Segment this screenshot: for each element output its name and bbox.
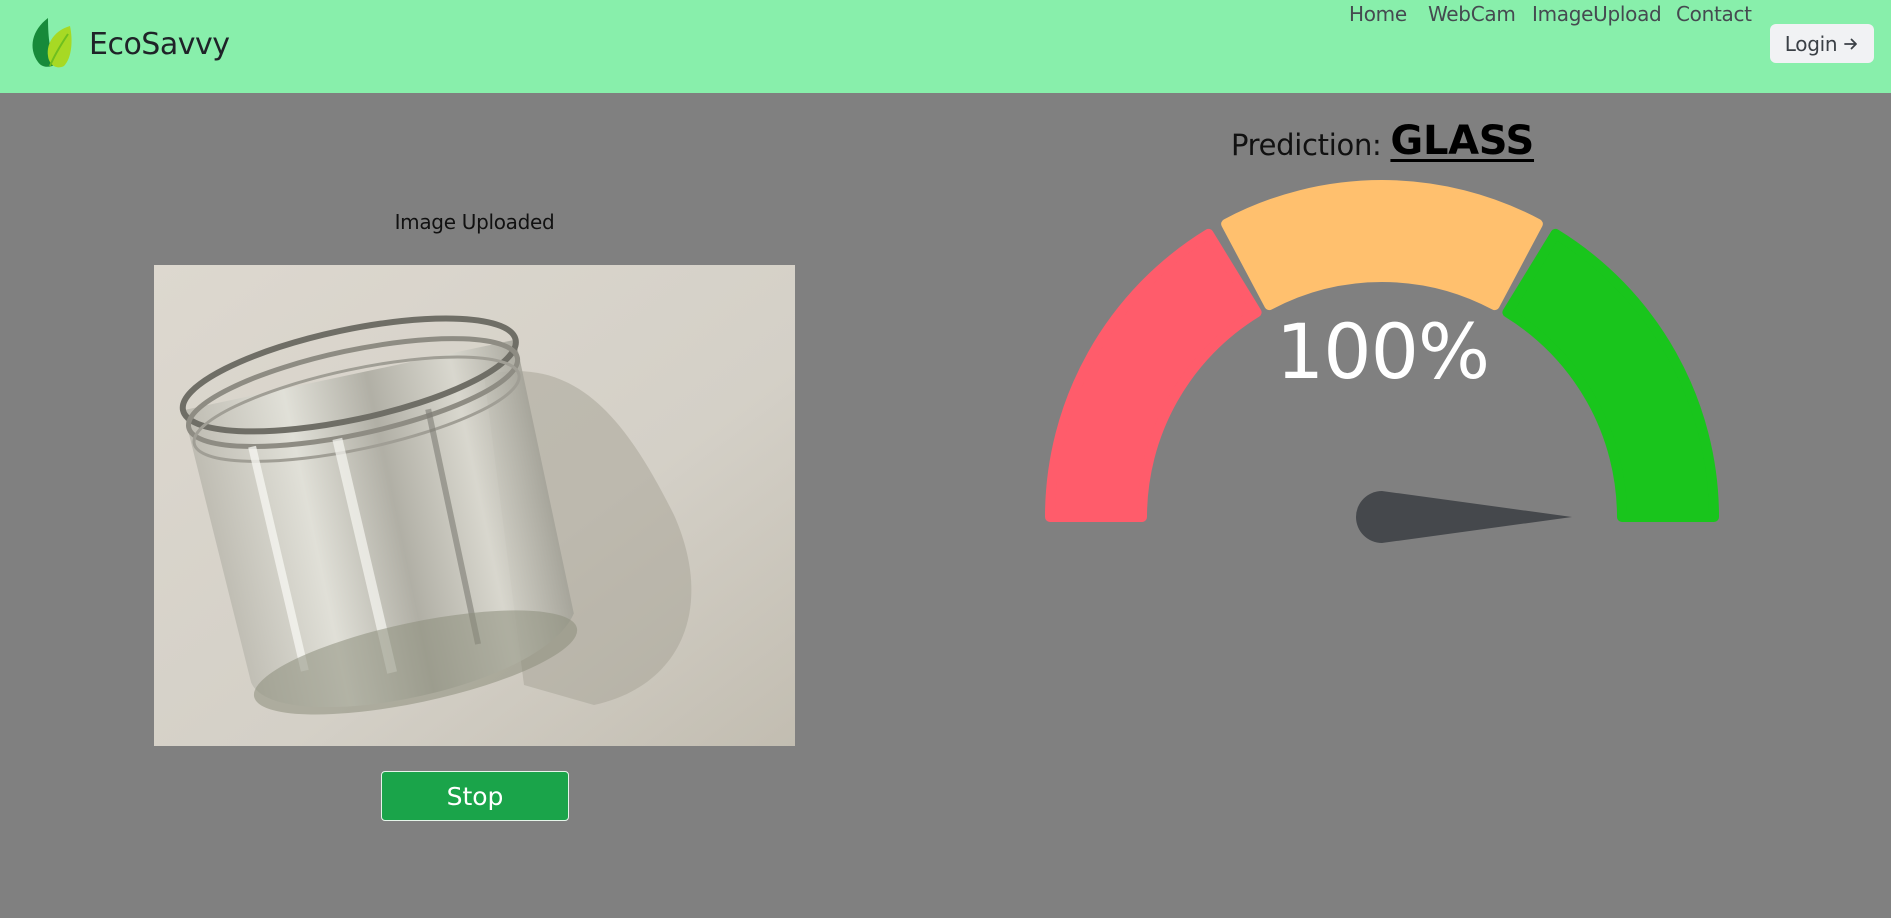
nav-link-imageupload[interactable]: ImageUpload <box>1532 2 1662 26</box>
navbar: EcoSavvy Home WebCam ImageUpload Contact… <box>0 0 1891 93</box>
gauge-value: 100% <box>1275 307 1490 396</box>
leaf-icon <box>32 18 72 68</box>
nav-link-contact[interactable]: Contact <box>1676 2 1752 26</box>
brand-link[interactable]: EcoSavvy <box>26 16 230 72</box>
login-button[interactable]: Login <box>1770 24 1874 63</box>
upload-caption: Image Uploaded <box>394 210 555 234</box>
gauge-needle <box>1356 491 1572 543</box>
gauge-segment-medium <box>1221 180 1543 311</box>
prediction-heading: Prediction: GLASS <box>1000 118 1765 164</box>
stop-button[interactable]: Stop <box>381 771 569 821</box>
login-label: Login <box>1784 31 1838 56</box>
arrow-right-icon <box>1844 38 1858 49</box>
nav-link-webcam[interactable]: WebCam <box>1428 2 1516 26</box>
prediction-value: GLASS <box>1390 118 1535 164</box>
nav-link-home[interactable]: Home <box>1349 2 1407 26</box>
brand-name: EcoSavvy <box>89 26 230 62</box>
prediction-label: Prediction: <box>1230 128 1382 162</box>
uploaded-image <box>154 265 795 746</box>
